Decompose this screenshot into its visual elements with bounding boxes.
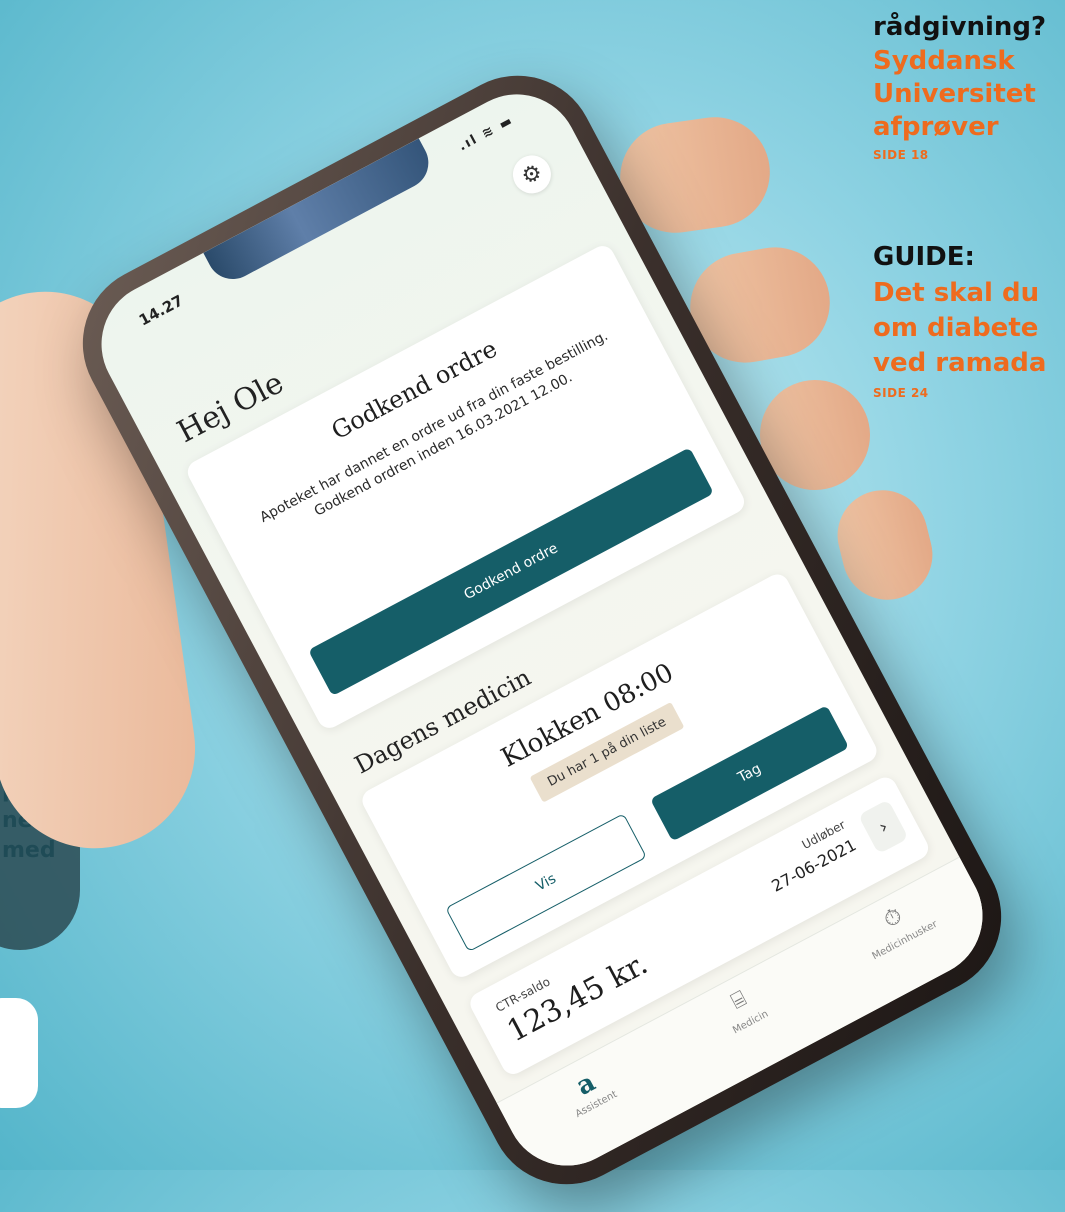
- magazine-line-3: afprøver: [873, 112, 999, 142]
- hand-finger-4: [828, 480, 942, 610]
- tab-medicin-label: Medicin: [731, 1008, 771, 1037]
- timer-icon: ⏱: [879, 903, 907, 934]
- magazine-guide-line-2: om diabete: [873, 313, 1039, 343]
- magazine-line-2: Universitet: [873, 79, 1036, 109]
- tab-medicin[interactable]: ⌸ Medicin: [680, 961, 826, 1092]
- magazine-left-line-3: med: [2, 838, 56, 863]
- magazine-page-ref: SIDE 18: [873, 148, 929, 162]
- magazine-heading: rådgivning?: [873, 12, 1047, 42]
- phone: 14.27 .ıl ≋ ▬ ⚙ Hej Ole Godkend ordre Ap…: [55, 48, 1029, 1212]
- status-signal-wifi-battery-icon: .ıl ≋ ▬: [456, 112, 517, 155]
- settings-gear-icon[interactable]: ⚙: [506, 148, 558, 201]
- status-time: 14.27: [135, 291, 187, 330]
- magazine-white-card: [0, 998, 38, 1108]
- tab-medicinhusker[interactable]: ⏱ Medicinhusker: [834, 879, 980, 1010]
- magazine-guide-page-ref: SIDE 24: [873, 386, 929, 400]
- chevron-right-icon[interactable]: ›: [858, 799, 909, 855]
- magazine-line-1: Syddansk: [873, 46, 1015, 76]
- magazine-guide-line-1: Det skal du: [873, 278, 1040, 308]
- assistant-logo-icon: a: [571, 1067, 601, 1102]
- magazine-guide-line-3: ved ramada: [873, 348, 1047, 378]
- tab-assistent[interactable]: a Assistent: [526, 1043, 672, 1174]
- pill-bottle-icon: ⌸: [727, 986, 751, 1015]
- magazine-guide-heading: GUIDE:: [873, 242, 975, 272]
